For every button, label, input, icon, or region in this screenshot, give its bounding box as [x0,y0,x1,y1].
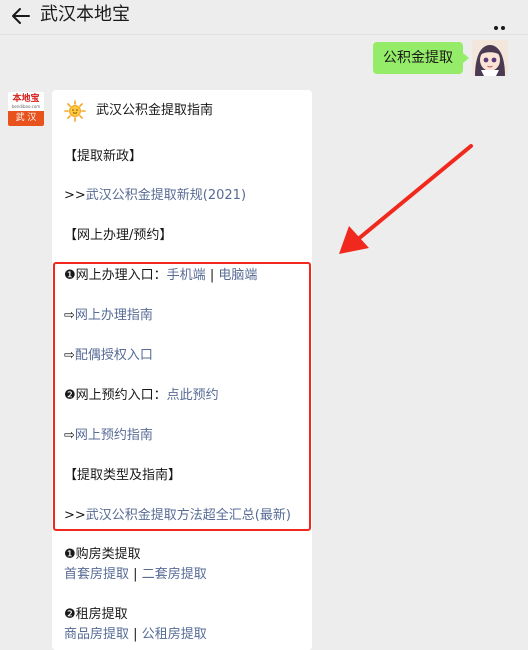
separator: | [133,627,138,642]
appointment-entry-line: ❷网上预约入口：点此预约 [64,387,219,405]
policy-line: >>武汉公积金提取新规(2021) [64,187,246,205]
second-home-link[interactable]: 二套房提取 [142,567,207,582]
sun-icon [64,100,86,122]
appointment-entry-label: 网上预约入口： [75,388,167,403]
card-title: 武汉公积金提取指南 [96,103,214,118]
rent-heading: 租房提取 [75,607,128,622]
online-entry-line: ❶网上办理入口：手机端 | 电脑端 [64,267,257,285]
summary-link[interactable]: 武汉公积金提取方法超全汇总(最新) [86,508,291,523]
number-one-icon: ❶ [64,547,76,562]
section-types-heading: 【提取类型及指南】 [64,468,182,483]
rent-heading-line: ❷租房提取 [64,606,128,624]
red-arrow-icon [339,144,473,254]
buy-links-line: 首套房提取 | 二套房提取 [64,566,207,584]
number-one-icon: ❶ [64,268,76,283]
policy-link[interactable]: 武汉公积金提取新规(2021) [86,188,246,203]
separator: | [209,268,215,283]
logo-city: 武 汉 [8,111,44,126]
policy-prefix: >> [64,188,86,203]
online-guide-line: ⇨网上办理指南 [64,307,153,325]
outgoing-message[interactable]: 公积金提取 [373,42,469,74]
commercial-housing-link[interactable]: 商品房提取 [64,627,129,642]
number-two-icon: ❷ [64,607,76,622]
spouse-auth-line: ⇨配偶授权入口 [64,347,153,365]
public-rental-link[interactable]: 公租房提取 [142,627,207,642]
spouse-auth-link[interactable]: 配偶授权入口 [75,348,153,363]
appointment-guide-line: ⇨网上预约指南 [64,427,153,445]
summary-line: >>武汉公积金提取方法超全汇总(最新) [64,507,291,525]
buy-heading-line: ❶购房类提取 [64,546,141,564]
arrow-left-icon[interactable] [10,5,32,27]
number-two-icon: ❷ [64,388,76,403]
logo-subtext: bendibao.com [11,104,41,109]
rent-links-line: 商品房提取 | 公租房提取 [64,626,207,644]
arrow-right-icon: ⇨ [64,428,75,443]
top-bar: 武汉本地宝 [0,0,528,49]
online-entry-label: 网上办理入口： [75,268,167,283]
first-home-link[interactable]: 首套房提取 [64,567,129,582]
section-online-heading: 【网上办理/预约】 [64,228,173,243]
reply-card: 武汉公积金提取指南 【提取新政】 >>武汉公积金提取新规(2021) 【网上办理… [52,90,312,650]
online-guide-link[interactable]: 网上办理指南 [75,308,153,323]
card-header: 武汉公积金提取指南 [64,100,304,122]
pc-link[interactable]: 电脑端 [218,268,257,283]
user-avatar[interactable] [472,40,508,76]
summary-prefix: >> [64,508,86,523]
arrow-right-icon: ⇨ [64,308,75,323]
more-dots-icon[interactable] [494,15,514,49]
appointment-link[interactable]: 点此预约 [167,388,219,403]
bot-avatar[interactable]: 本地宝 bendibao.com 武 汉 [8,92,44,126]
buy-heading: 购房类提取 [75,547,141,562]
chat-title: 武汉本地宝 [40,4,130,25]
arrow-right-icon: ⇨ [64,348,75,363]
section-policy-heading: 【提取新政】 [64,149,143,164]
separator: | [133,567,138,582]
appointment-guide-link[interactable]: 网上预约指南 [75,428,153,443]
mobile-link[interactable]: 手机端 [167,268,206,283]
